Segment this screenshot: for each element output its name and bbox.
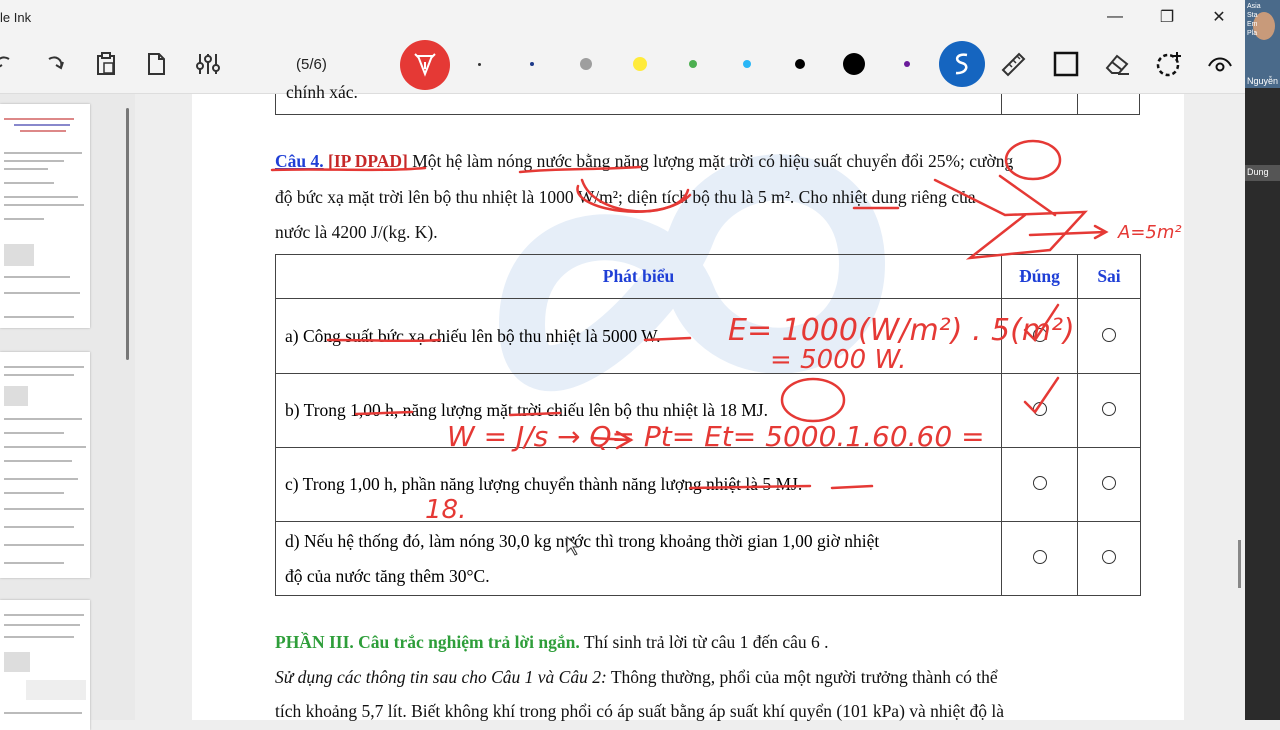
ruler-icon[interactable] [995, 46, 1031, 82]
redo-icon[interactable] [36, 46, 72, 82]
undo-icon[interactable] [0, 46, 22, 82]
page-thumbnail-6[interactable] [0, 600, 90, 730]
webcam-banner: Asia Sta Em Pla [1247, 3, 1261, 37]
previous-row-text: chính xác. [286, 82, 358, 102]
previous-table-bottom: chính xác. [275, 82, 1140, 115]
question-line-3: nước là 4200 J/(kg. K). [275, 222, 438, 242]
rectangle-icon[interactable] [1048, 46, 1084, 82]
settings-sliders-icon[interactable] [190, 46, 226, 82]
lasso-select-icon[interactable] [1151, 46, 1187, 82]
pen-color-black-small[interactable] [795, 59, 805, 69]
header-true: Đúng [1001, 254, 1078, 299]
radio-true-d[interactable] [1032, 550, 1047, 564]
table-row: d) Nếu hệ thống đó, làm nóng 30,0 kg nướ… [275, 521, 1141, 596]
question-text-1: Một hệ làm nóng nước bằng năng lượng mặt… [412, 151, 1014, 171]
statement-a: a) Công suất bức xạ chiếu lên bộ thu nhi… [275, 298, 1002, 374]
eraser-icon[interactable] [1099, 46, 1135, 82]
webcam-name-label: Nguyễn [1247, 76, 1279, 86]
header-statement: Phát biểu [275, 254, 1002, 299]
part3-heading: PHẦN III. Câu trắc nghiệm trả lời ngắn. [275, 632, 580, 652]
shape-recognizer-icon[interactable] [939, 41, 985, 87]
sidebar-scrollbar[interactable] [126, 108, 129, 360]
radio-false-a[interactable] [1102, 327, 1116, 342]
title-bar: le Ink — ❐ ✕ [0, 0, 1245, 34]
pen-color-navy[interactable] [530, 62, 534, 66]
table-row: a) Công suất bức xạ chiếu lên bộ thu nhi… [275, 298, 1141, 374]
minimize-button[interactable]: — [1089, 0, 1141, 34]
question-line-1: Câu 4. [IP DPAD] Một hệ làm nóng nước bằ… [275, 151, 1013, 172]
window-controls: — ❐ ✕ [1089, 0, 1245, 34]
radio-true-c[interactable] [1032, 476, 1047, 490]
statement-c: c) Trong 1,00 h, phần năng lượng chuyển … [275, 447, 1002, 522]
pen-color-gray[interactable] [580, 58, 592, 70]
statement-b: b) Trong 1,00 h, năng lượng mặt trời chi… [275, 373, 1002, 448]
page-thumbnails-sidebar [0, 94, 135, 730]
page-thumbnail-5[interactable] [0, 352, 90, 578]
new-page-icon[interactable] [138, 46, 174, 82]
question-tag: [IP DPAD] [328, 151, 408, 171]
table-row: c) Trong 1,00 h, phần năng lượng chuyển … [275, 447, 1141, 522]
page-thumbnail-4[interactable] [0, 104, 90, 328]
question-line-2: độ bức xạ mặt trời lên bộ thu nhiệt là 1… [275, 187, 976, 207]
webcam-person-1: Asia Sta Em Pla Nguyễn [1245, 0, 1280, 88]
close-button[interactable]: ✕ [1193, 0, 1245, 34]
radio-true-a[interactable] [1032, 327, 1047, 342]
pen-color-cyan[interactable] [743, 60, 751, 68]
radio-true-b[interactable] [1032, 402, 1047, 416]
webcam-strip: Asia Sta Em Pla Nguyễn Dung [1245, 0, 1280, 720]
toolbar: (5/6) [0, 34, 1245, 94]
pen-color-yellow[interactable] [633, 57, 647, 71]
part3-text-1: Thông thường, phổi của một người trưởng … [606, 667, 998, 687]
question-label: Câu 4. [275, 151, 324, 171]
pen-size-tiny[interactable] [478, 63, 481, 66]
participant-label: Dung [1245, 165, 1280, 181]
maximize-button[interactable]: ❐ [1141, 0, 1193, 34]
radio-false-d[interactable] [1102, 550, 1116, 564]
header-false: Sai [1077, 254, 1141, 299]
part3-instructions: Thí sinh trả lời từ câu 1 đến câu 6 . [579, 632, 829, 652]
part3-heading-line: PHẦN III. Câu trắc nghiệm trả lời ngắn. … [275, 632, 829, 653]
page-indicator: (5/6) [296, 56, 327, 73]
part3-italic-intro: Sử dụng các thông tin sau cho Câu 1 và C… [275, 667, 607, 687]
statement-d: d) Nếu hệ thống đó, làm nóng 30,0 kg nướ… [275, 521, 1002, 596]
pen-color-purple[interactable] [904, 61, 910, 67]
pen-color-black-large[interactable] [843, 53, 865, 75]
part3-line-1: Sử dụng các thông tin sau cho Câu 1 và C… [275, 667, 998, 688]
radio-false-c[interactable] [1102, 476, 1116, 490]
statement-d-line-2: độ của nước tăng thêm 30°C. [285, 565, 490, 586]
radio-false-b[interactable] [1102, 402, 1116, 416]
pen-tool-icon[interactable] [400, 40, 450, 90]
part3-line-2: tích khoảng 5,7 lít. Biết không khí tron… [275, 701, 1005, 721]
pen-color-green[interactable] [689, 60, 697, 68]
page-scrollbar[interactable] [1238, 540, 1241, 588]
table-row: b) Trong 1,00 h, năng lượng mặt trời chi… [275, 373, 1141, 448]
paste-icon[interactable] [88, 46, 124, 82]
view-eye-icon[interactable] [1202, 46, 1238, 82]
statement-table: Phát biểu Đúng Sai a) Công suất bức xạ c… [275, 254, 1141, 596]
statement-d-line-1: d) Nếu hệ thống đó, làm nóng 30,0 kg nướ… [285, 530, 880, 551]
window-title: le Ink [0, 9, 32, 25]
